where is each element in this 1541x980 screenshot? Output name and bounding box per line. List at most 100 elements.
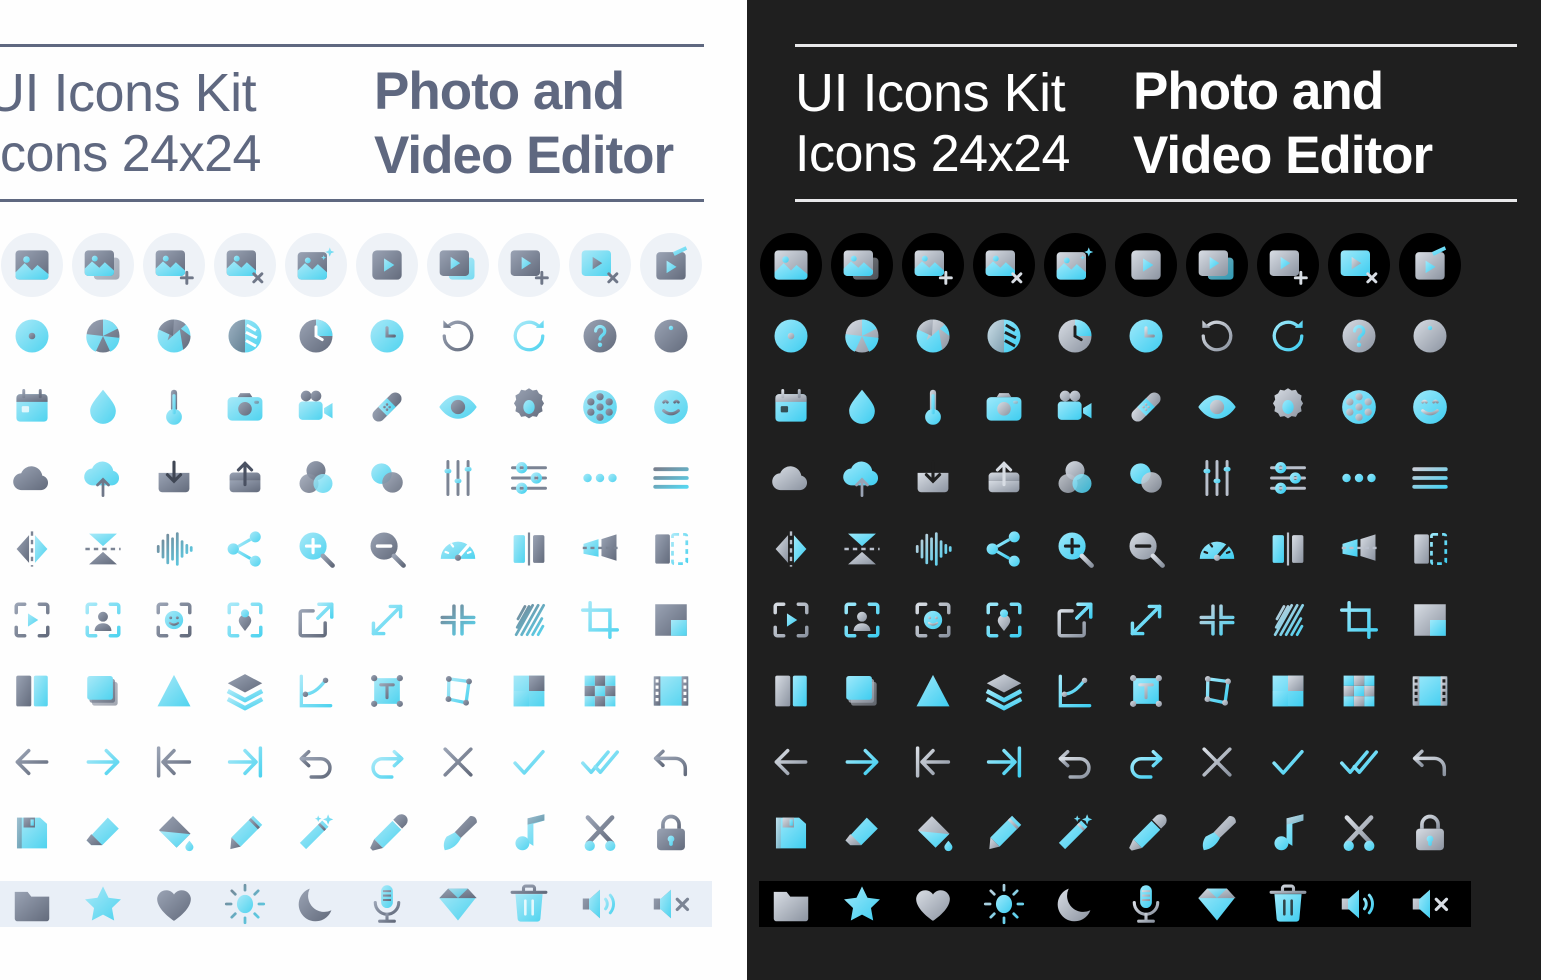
icon-cell-volume-mute-icon[interactable] [1402,872,1458,936]
icon-cell-scissors-icon[interactable] [572,801,628,865]
icon-cell-zoom-in-icon[interactable] [1047,517,1103,581]
icon-cell-flip-horizontal-icon[interactable] [4,517,60,581]
icon-cell-volume-icon[interactable] [572,872,628,936]
icon-cell-contrast-icon[interactable] [1260,517,1316,581]
icon-cell-magic-wand-icon[interactable] [1047,801,1103,865]
icon-cell-waveform-icon[interactable] [146,517,202,581]
icon-cell-image-remove-icon[interactable] [214,233,276,297]
icon-cell-film-reel-icon[interactable] [1331,375,1387,439]
icon-cell-text-box-icon[interactable] [1118,659,1174,723]
icon-cell-save-icon[interactable] [4,801,60,865]
icon-cell-smiley-icon[interactable] [1402,375,1458,439]
icon-cell-sliders-icon[interactable] [501,446,557,510]
icon-cell-rotate-right-icon[interactable] [1260,304,1316,368]
icon-cell-clock-icon[interactable] [359,304,415,368]
icon-cell-detect-video-icon[interactable] [4,588,60,652]
icon-cell-contrast-icon[interactable] [501,517,557,581]
icon-cell-flip-vertical-icon[interactable] [75,517,131,581]
icon-cell-eyedropper-icon[interactable] [1118,801,1174,865]
icon-cell-split-view-icon[interactable] [763,659,819,723]
icon-cell-share-icon[interactable] [976,517,1032,581]
icon-cell-help-icon[interactable] [1331,304,1387,368]
icon-cell-gear-icon[interactable] [501,375,557,439]
icon-cell-camera-icon[interactable] [217,375,273,439]
icon-cell-download-icon[interactable] [146,446,202,510]
icon-cell-triangle-icon[interactable] [146,659,202,723]
icon-cell-perspective-icon[interactable] [572,517,628,581]
icon-cell-detect-person-icon[interactable] [834,588,890,652]
icon-cell-paint-bucket-icon[interactable] [905,801,961,865]
icon-cell-open-external-icon[interactable] [288,588,344,652]
icon-cell-images-stack-icon[interactable] [831,233,893,297]
icon-cell-speedometer-icon[interactable] [430,517,486,581]
icon-cell-cloud-icon[interactable] [763,446,819,510]
icon-cell-video-edit-icon[interactable] [1399,233,1461,297]
icon-cell-music-note-icon[interactable] [501,801,557,865]
icon-cell-bandage-icon[interactable] [359,375,415,439]
icon-cell-video-remove-icon[interactable] [1328,233,1390,297]
icon-cell-color-mix-icon[interactable] [1047,446,1103,510]
icon-cell-arrow-to-start-icon[interactable] [146,730,202,794]
icon-cell-perspective-icon[interactable] [1331,517,1387,581]
icon-cell-double-check-icon[interactable] [1331,730,1387,794]
icon-cell-magic-wand-icon[interactable] [288,801,344,865]
icon-cell-aperture-icon[interactable] [75,304,131,368]
icon-cell-thermometer-icon[interactable] [146,375,202,439]
icon-cell-paint-bucket-icon[interactable] [146,801,202,865]
icon-cell-detect-face-icon[interactable] [905,588,961,652]
icon-cell-detect-object-icon[interactable] [217,588,273,652]
icon-cell-close-icon[interactable] [1189,730,1245,794]
icon-cell-arrow-right-icon[interactable] [75,730,131,794]
icon-cell-film-strip-icon[interactable] [643,659,699,723]
icon-cell-image-magic-icon[interactable] [285,233,347,297]
icon-cell-videos-stack-icon[interactable] [1186,233,1248,297]
icon-cell-video-remove-icon[interactable] [569,233,631,297]
icon-cell-cloud-upload-icon[interactable] [75,446,131,510]
icon-cell-heart-icon[interactable] [146,872,202,936]
icon-cell-video-camera-icon[interactable] [288,375,344,439]
icon-cell-exposure-icon[interactable] [976,304,1032,368]
icon-cell-expand-diagonal-icon[interactable] [1118,588,1174,652]
icon-cell-overlap-icon[interactable] [1118,446,1174,510]
icon-cell-image-add-icon[interactable] [143,233,205,297]
icon-cell-zoom-out-icon[interactable] [359,517,415,581]
icon-cell-restore-icon[interactable] [643,730,699,794]
icon-cell-folder-icon[interactable] [4,872,60,936]
icon-cell-overlap-icon[interactable] [359,446,415,510]
icon-cell-detect-person-icon[interactable] [75,588,131,652]
icon-cell-arrow-left-icon[interactable] [763,730,819,794]
icon-cell-camera-icon[interactable] [976,375,1032,439]
icon-cell-flip-vertical-icon[interactable] [834,517,890,581]
icon-cell-collapse-icon[interactable] [430,588,486,652]
icon-cell-eraser-icon[interactable] [834,801,890,865]
icon-cell-close-icon[interactable] [430,730,486,794]
icon-cell-mask-corner-icon[interactable] [1402,588,1458,652]
icon-cell-video-add-icon[interactable] [498,233,560,297]
icon-cell-panel-edge-icon[interactable] [643,517,699,581]
icon-cell-detect-face-icon[interactable] [146,588,202,652]
icon-cell-video-icon[interactable] [1115,233,1177,297]
icon-cell-clock-icon[interactable] [1118,304,1174,368]
icon-cell-speedometer-icon[interactable] [1189,517,1245,581]
icon-cell-shutter-icon[interactable] [905,304,961,368]
icon-cell-more-dots-icon[interactable] [1331,446,1387,510]
icon-cell-curve-icon[interactable] [1047,659,1103,723]
icon-cell-aperture-icon[interactable] [834,304,890,368]
icon-cell-star-icon[interactable] [75,872,131,936]
icon-cell-share-icon[interactable] [217,517,273,581]
icon-cell-undo-icon[interactable] [288,730,344,794]
icon-cell-check-icon[interactable] [501,730,557,794]
icon-cell-cloud-icon[interactable] [4,446,60,510]
icon-cell-layers-icon[interactable] [976,659,1032,723]
icon-cell-microphone-icon[interactable] [359,872,415,936]
icon-cell-lens-icon[interactable] [763,304,819,368]
icon-cell-redo-icon[interactable] [359,730,415,794]
icon-cell-pencil-icon[interactable] [976,801,1032,865]
icon-cell-image-magic-icon[interactable] [1044,233,1106,297]
icon-cell-split-view-icon[interactable] [4,659,60,723]
icon-cell-equalizer-icon[interactable] [430,446,486,510]
icon-cell-arrow-to-start-icon[interactable] [905,730,961,794]
icon-cell-thermometer-icon[interactable] [905,375,961,439]
icon-cell-eye-icon[interactable] [430,375,486,439]
icon-cell-download-icon[interactable] [905,446,961,510]
